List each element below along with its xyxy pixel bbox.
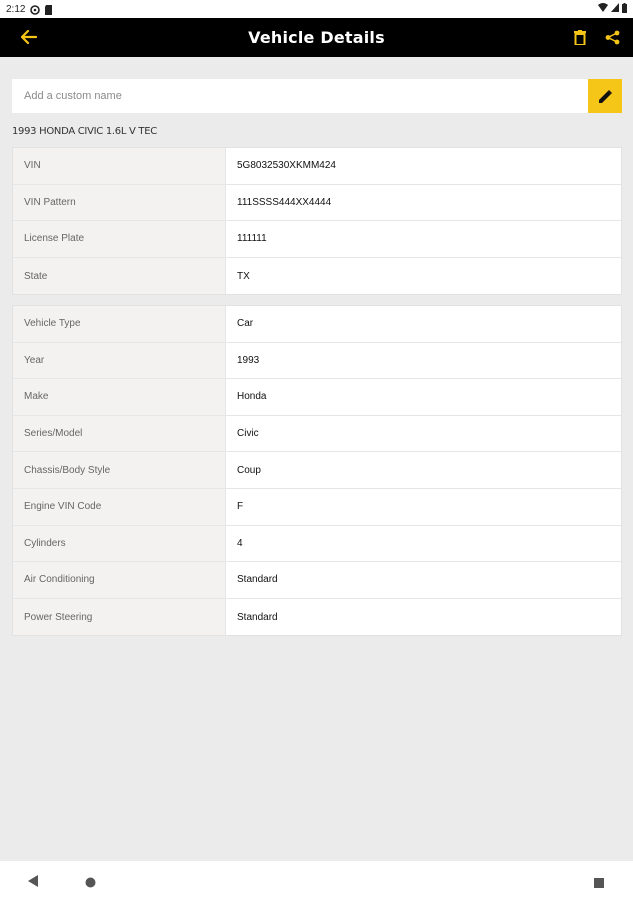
specs-card: Vehicle Type Car Year 1993 Make Honda Se… bbox=[12, 305, 622, 637]
row-label: Chassis/Body Style bbox=[13, 452, 226, 488]
row-label: State bbox=[13, 257, 226, 295]
edit-name-button[interactable] bbox=[588, 79, 622, 113]
row-value: Standard bbox=[237, 611, 278, 623]
table-row: Vehicle Type Car bbox=[13, 306, 621, 343]
table-row: Engine VIN Code F bbox=[13, 488, 621, 526]
row-label: License Plate bbox=[13, 221, 226, 257]
table-row: Cylinders 4 bbox=[13, 525, 621, 563]
recents-square-icon bbox=[594, 878, 604, 888]
row-label: VIN Pattern bbox=[13, 184, 226, 221]
table-row: VIN Pattern 111SSSS444XX4444 bbox=[13, 184, 621, 222]
home-circle-icon bbox=[85, 877, 96, 888]
table-row: Year 1993 bbox=[13, 342, 621, 380]
row-value: 5G8032530XKMM424 bbox=[237, 160, 336, 172]
row-value: Standard bbox=[237, 574, 278, 586]
row-value: Coup bbox=[237, 464, 261, 476]
table-row: VIN 5G8032530XKMM424 bbox=[13, 148, 621, 185]
back-triangle-icon bbox=[28, 875, 38, 887]
row-value: 111111 bbox=[237, 233, 267, 245]
row-value: TX bbox=[237, 270, 250, 282]
delete-icon bbox=[574, 29, 586, 45]
share-button[interactable] bbox=[601, 26, 623, 48]
row-value: Car bbox=[237, 318, 254, 330]
table-row: License Plate 111111 bbox=[13, 221, 621, 258]
row-label: Series/Model bbox=[13, 415, 226, 452]
table-row: Make Honda bbox=[13, 379, 621, 416]
table-row: Power Steering Standard bbox=[13, 598, 621, 636]
row-value: F bbox=[237, 501, 244, 513]
share-icon bbox=[605, 30, 619, 44]
pencil-icon bbox=[598, 89, 612, 103]
row-value: 1993 bbox=[237, 354, 260, 366]
system-nav-bar bbox=[0, 861, 633, 900]
signal-icon bbox=[611, 3, 619, 15]
table-row: Series/Model Civic bbox=[13, 415, 621, 453]
page-title: Vehicle Details bbox=[248, 28, 385, 47]
status-time: 2:12 bbox=[6, 3, 26, 15]
row-value: Civic bbox=[237, 428, 259, 440]
app-bar: Vehicle Details bbox=[0, 18, 633, 57]
row-label: Vehicle Type bbox=[13, 306, 226, 342]
sync-icon bbox=[30, 4, 41, 15]
row-label: Make bbox=[13, 379, 226, 415]
wifi-icon bbox=[598, 3, 608, 15]
custom-name-input[interactable] bbox=[12, 79, 588, 113]
table-row: Chassis/Body Style Coup bbox=[13, 452, 621, 489]
table-row: State TX bbox=[13, 257, 621, 295]
row-value: 111SSSS444XX4444 bbox=[237, 196, 332, 208]
sd-card-icon bbox=[44, 4, 53, 15]
status-bar: 2:12 bbox=[0, 0, 633, 18]
table-row: Air Conditioning Standard bbox=[13, 562, 621, 599]
system-home-button[interactable] bbox=[85, 875, 96, 893]
system-recents-button[interactable] bbox=[594, 875, 604, 893]
row-value: 4 bbox=[237, 537, 243, 549]
row-label: Air Conditioning bbox=[13, 562, 226, 598]
delete-button[interactable] bbox=[569, 26, 591, 48]
battery-icon bbox=[622, 2, 627, 16]
row-label: Cylinders bbox=[13, 525, 226, 562]
row-value: Honda bbox=[237, 391, 267, 403]
row-label: Year bbox=[13, 342, 226, 379]
row-label: VIN bbox=[13, 148, 226, 184]
system-back-button[interactable] bbox=[28, 874, 39, 892]
vehicle-name: 1993 HONDA CIVIC 1.6L V TEC bbox=[12, 126, 157, 137]
identification-card: VIN 5G8032530XKMM424 VIN Pattern 111SSSS… bbox=[12, 147, 622, 296]
row-label: Power Steering bbox=[13, 598, 226, 636]
row-label: Engine VIN Code bbox=[13, 488, 226, 525]
custom-name-row bbox=[12, 79, 622, 113]
